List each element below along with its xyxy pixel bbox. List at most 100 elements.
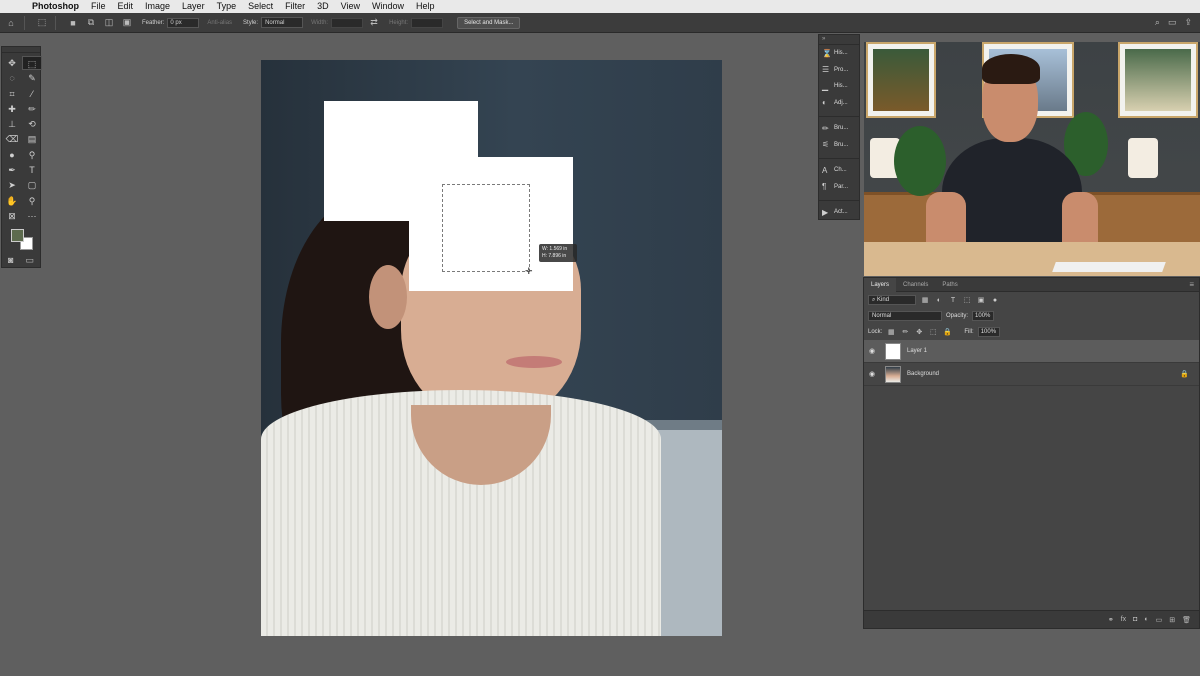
feather-input[interactable]: 0 px xyxy=(167,17,200,28)
menu-select[interactable]: Select xyxy=(242,0,279,13)
panel-histogram[interactable]: ▁ His... xyxy=(819,78,859,95)
intersect-selection-icon[interactable]: ▣ xyxy=(120,16,134,30)
new-selection-icon[interactable]: ■ xyxy=(66,16,80,30)
adjustment-filter-icon[interactable]: ◐ xyxy=(934,297,944,304)
lock-transparent-icon[interactable]: ▦ xyxy=(886,328,896,336)
select-and-mask-button[interactable]: Select and Mask... xyxy=(457,16,521,29)
menu-window[interactable]: Window xyxy=(366,0,410,13)
crop-tool-icon[interactable]: ⌗ xyxy=(2,87,22,101)
lock-position-icon[interactable]: ✥ xyxy=(914,328,924,336)
menu-3d[interactable]: 3D xyxy=(311,0,335,13)
shape-tool-icon[interactable]: ▢ xyxy=(22,178,42,192)
panel-menu-icon[interactable]: ≡ xyxy=(1189,280,1194,289)
visibility-eye-icon[interactable]: ◉ xyxy=(869,370,881,378)
move-tool-icon[interactable]: ✥ xyxy=(2,56,22,70)
layer-row-layer-1[interactable]: ◉ Layer 1 xyxy=(864,340,1199,363)
history-brush-tool-icon[interactable]: ⟲ xyxy=(22,117,42,131)
panel-history[interactable]: ⌛ His... xyxy=(819,45,859,62)
menu-image[interactable]: Image xyxy=(139,0,176,13)
delete-layer-icon[interactable]: 🗑 xyxy=(1182,616,1191,624)
selection-marquee[interactable] xyxy=(442,184,530,272)
adjustment-layer-icon[interactable]: ◐ xyxy=(1144,616,1148,623)
blur-tool-icon[interactable]: ● xyxy=(2,148,22,162)
hand-tool-icon[interactable]: ✋ xyxy=(2,194,22,208)
panel-paragraph[interactable]: ¶ Par... xyxy=(819,179,859,196)
blend-mode-dropdown[interactable]: Normal xyxy=(868,311,942,321)
divider xyxy=(55,15,56,30)
layer-style-icon[interactable]: fx xyxy=(1121,616,1126,623)
panel-character[interactable]: A Ch... xyxy=(819,162,859,179)
path-select-tool-icon[interactable]: ➤ xyxy=(2,178,22,192)
pen-tool-icon[interactable]: ✒ xyxy=(2,163,22,177)
brush-tool-icon[interactable]: ✏ xyxy=(22,102,42,116)
tab-channels[interactable]: Channels xyxy=(896,278,935,292)
panel-brushes[interactable]: ✏ Bru... xyxy=(819,120,859,137)
menu-app-photoshop[interactable]: Photoshop xyxy=(26,0,85,13)
lock-all-icon[interactable]: 🔒 xyxy=(942,328,952,336)
tab-paths[interactable]: Paths xyxy=(935,278,964,292)
panel-adjustments[interactable]: ◐ Adj... xyxy=(819,95,859,112)
menu-edit[interactable]: Edit xyxy=(112,0,140,13)
stamp-tool-icon[interactable]: ⊥ xyxy=(2,117,22,131)
menu-file[interactable]: File xyxy=(85,0,112,13)
frame-tool-icon[interactable]: ⊠ xyxy=(2,209,22,223)
type-filter-icon[interactable]: T xyxy=(948,297,958,304)
foreground-color-swatch[interactable] xyxy=(11,229,24,243)
filter-kind-dropdown[interactable]: ⌕ Kind xyxy=(868,295,916,305)
lasso-tool-icon[interactable]: ◌ xyxy=(2,71,22,85)
new-layer-icon[interactable]: ⊞ xyxy=(1169,616,1175,624)
menu-filter[interactable]: Filter xyxy=(279,0,311,13)
type-tool-icon[interactable]: T xyxy=(22,163,42,177)
visibility-eye-icon[interactable]: ◉ xyxy=(869,347,881,355)
quick-select-tool-icon[interactable]: ✎ xyxy=(22,71,42,85)
workspace-icon[interactable]: ▭ xyxy=(1168,17,1177,28)
rectangular-marquee-icon[interactable]: ⬚ xyxy=(35,16,49,30)
search-icon[interactable]: ⌕ xyxy=(1155,17,1160,28)
panel-actions[interactable]: ▶ Act... xyxy=(819,204,859,221)
more-tools-icon[interactable]: ⋯ xyxy=(22,209,42,223)
collapsed-panels: » ⌛ His... ☰ Pro... ▁ His... ◐ Adj... ✏ Bru..… xyxy=(818,34,860,220)
menu-help[interactable]: Help xyxy=(410,0,441,13)
panel-brush-settings[interactable]: ⚟ Bru... xyxy=(819,137,859,154)
menu-view[interactable]: View xyxy=(335,0,366,13)
tab-layers[interactable]: Layers xyxy=(864,277,897,292)
lock-icon: 🔒 xyxy=(1180,371,1189,378)
add-selection-icon[interactable]: ⧉ xyxy=(84,16,98,30)
marquee-tool-icon[interactable]: ⬚ xyxy=(22,56,42,71)
divider xyxy=(24,15,25,30)
lock-image-icon[interactable]: ✏ xyxy=(900,328,910,336)
new-group-icon[interactable]: ▭ xyxy=(1156,616,1163,624)
opacity-input[interactable]: 100% xyxy=(972,311,995,321)
width-input[interactable] xyxy=(331,17,364,28)
swap-icon[interactable]: ⇄ xyxy=(367,16,381,30)
shape-filter-icon[interactable]: ⬚ xyxy=(962,296,972,304)
add-mask-icon[interactable]: ◘ xyxy=(1133,616,1137,623)
filter-toggle-icon[interactable]: ● xyxy=(990,297,1000,304)
fill-input[interactable]: 100% xyxy=(977,327,1000,337)
menu-layer[interactable]: Layer xyxy=(176,0,211,13)
smart-object-filter-icon[interactable]: ▣ xyxy=(976,296,986,304)
quick-mask-icon[interactable]: ◙ xyxy=(8,255,13,266)
menu-type[interactable]: Type xyxy=(211,0,243,13)
subtract-selection-icon[interactable]: ◫ xyxy=(102,16,116,30)
tools-panel: ✥ ⬚ ◌ ✎ ⌗ ⁄ ✚ ✏ ⊥ ⟲ ⌫ ▤ ● ⚲ ✒ T ➤ ▢ ✋ ⚲ … xyxy=(1,46,42,268)
collapse-panels-button[interactable]: » xyxy=(819,35,859,45)
panel-properties[interactable]: ☰ Pro... xyxy=(819,62,859,79)
zoom-tool-icon[interactable]: ⚲ xyxy=(22,194,42,208)
gradient-tool-icon[interactable]: ▤ xyxy=(22,132,42,146)
layer-row-background[interactable]: ◉ Background 🔒 xyxy=(864,363,1199,386)
healing-brush-tool-icon[interactable]: ✚ xyxy=(2,102,22,116)
screen-mode-icon[interactable]: ▭ xyxy=(25,255,34,266)
link-layers-icon[interactable]: ⚭ xyxy=(1108,616,1114,624)
dodge-tool-icon[interactable]: ⚲ xyxy=(22,148,42,162)
lock-artboard-icon[interactable]: ⬚ xyxy=(928,328,938,336)
share-icon[interactable]: ⇪ xyxy=(1184,17,1192,28)
antialias-checkbox-label[interactable]: Anti-alias xyxy=(207,20,232,26)
pixel-filter-icon[interactable]: ▦ xyxy=(920,296,930,304)
height-input[interactable] xyxy=(411,17,444,28)
readout-width: W: 1.569 in xyxy=(542,246,568,252)
style-dropdown[interactable]: Normal xyxy=(261,17,304,28)
eyedropper-tool-icon[interactable]: ⁄ xyxy=(22,87,42,101)
eraser-tool-icon[interactable]: ⌫ xyxy=(2,132,22,146)
home-icon[interactable]: ⌂ xyxy=(4,16,18,30)
